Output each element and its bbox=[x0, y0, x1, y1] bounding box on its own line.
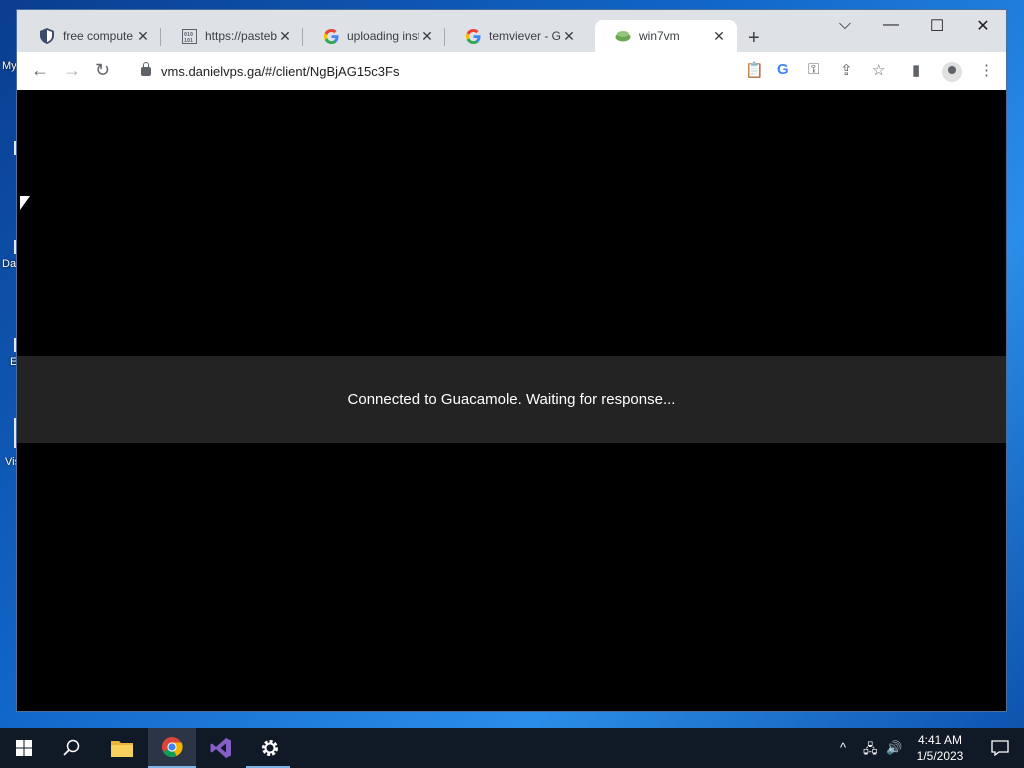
mouse-cursor-icon bbox=[20, 196, 30, 210]
gear-icon bbox=[262, 740, 278, 756]
tab-title: uploading inst bbox=[347, 29, 419, 43]
side-panel-icon[interactable]: ▮ bbox=[912, 61, 920, 79]
browser-toolbar: ← → ↻ vms.danielvps.ga/#/client/NgBjAG15… bbox=[17, 52, 1006, 91]
tab-free-compute[interactable]: free compute ✕ bbox=[19, 20, 161, 52]
clock-time: 4:41 AM bbox=[917, 733, 963, 747]
notification-icon bbox=[991, 740, 1009, 756]
google-translate-icon[interactable]: G bbox=[777, 61, 789, 78]
bookmark-star-icon[interactable]: ☆ bbox=[872, 61, 885, 79]
close-window-button[interactable]: ✕ bbox=[960, 16, 1006, 36]
key-icon[interactable]: ⚿ bbox=[808, 61, 819, 78]
google-icon bbox=[323, 28, 339, 44]
close-icon[interactable]: ✕ bbox=[135, 28, 151, 45]
volume-icon[interactable]: 🔊 bbox=[886, 740, 902, 756]
binary-icon: 010 101 bbox=[181, 28, 197, 44]
new-tab-button[interactable]: + bbox=[748, 27, 760, 50]
tab-title: temviever - Go bbox=[489, 29, 561, 43]
taskbar: ^ 🖧 🔊 4:41 AM 1/5/2023 bbox=[0, 728, 1024, 768]
visual-studio-icon bbox=[210, 738, 231, 758]
tab-title: https://pasteb bbox=[205, 29, 277, 43]
notifications-button[interactable] bbox=[976, 728, 1024, 768]
settings-button[interactable] bbox=[246, 728, 294, 768]
desktop-icon-label[interactable]: Da bbox=[2, 258, 16, 270]
google-icon bbox=[465, 28, 481, 44]
menu-kebab-icon[interactable]: ⋮ bbox=[979, 61, 994, 79]
status-message: Connected to Guacamole. Waiting for resp… bbox=[347, 391, 676, 408]
clock-date: 1/5/2023 bbox=[916, 749, 964, 763]
file-explorer-button[interactable] bbox=[98, 728, 146, 768]
minimize-button[interactable]: — bbox=[868, 16, 914, 34]
start-button[interactable] bbox=[0, 728, 48, 768]
tab-strip: free compute ✕ 010 101 https://pasteb ✕ u… bbox=[17, 10, 1006, 52]
folder-icon bbox=[111, 741, 133, 757]
chevron-up-icon[interactable]: ^ bbox=[840, 740, 846, 755]
desktop-icon-label[interactable]: My bbox=[2, 60, 17, 72]
svg-text:101: 101 bbox=[184, 38, 193, 44]
share-icon[interactable]: ⇪ bbox=[840, 61, 853, 79]
chrome-icon bbox=[162, 737, 183, 758]
close-icon[interactable]: ✕ bbox=[561, 28, 577, 45]
lock-icon[interactable] bbox=[141, 61, 151, 76]
guacamole-icon bbox=[615, 28, 631, 44]
connection-status-banner: Connected to Guacamole. Waiting for resp… bbox=[17, 356, 1006, 443]
visual-studio-button[interactable] bbox=[197, 728, 245, 768]
system-clock[interactable]: 4:41 AM 1/5/2023 bbox=[905, 732, 975, 764]
clipboard-icon[interactable]: 📋 bbox=[745, 61, 764, 79]
chrome-taskbar-button[interactable] bbox=[148, 728, 196, 768]
browser-window: free compute ✕ 010 101 https://pasteb ✕ u… bbox=[17, 10, 1006, 711]
tab-temviever[interactable]: temviever - Go ✕ bbox=[445, 20, 587, 52]
shield-icon bbox=[39, 28, 55, 44]
windows-logo-icon bbox=[16, 740, 32, 756]
back-arrow-icon[interactable]: ← bbox=[31, 60, 49, 81]
tab-search-chevron-icon[interactable]: ⌵ bbox=[822, 16, 868, 34]
close-icon[interactable]: ✕ bbox=[711, 28, 727, 45]
maximize-button[interactable]: ☐ bbox=[914, 16, 960, 36]
search-icon bbox=[63, 739, 80, 756]
profile-avatar[interactable] bbox=[942, 62, 962, 82]
close-icon[interactable]: ✕ bbox=[277, 28, 293, 45]
tab-pastebin[interactable]: 010 101 https://pasteb ✕ bbox=[161, 20, 303, 52]
search-button[interactable] bbox=[48, 728, 96, 768]
forward-arrow-icon[interactable]: → bbox=[63, 60, 81, 81]
tab-win7vm[interactable]: win7vm ✕ bbox=[595, 20, 737, 52]
tab-title: free compute bbox=[63, 29, 134, 43]
page-content[interactable]: Connected to Guacamole. Waiting for resp… bbox=[17, 90, 1006, 711]
url-text[interactable]: vms.danielvps.ga/#/client/NgBjAG15c3Fs bbox=[161, 64, 399, 79]
reload-icon[interactable]: ↻ bbox=[95, 60, 110, 81]
close-icon[interactable]: ✕ bbox=[419, 28, 435, 45]
network-icon[interactable]: 🖧 bbox=[863, 740, 878, 762]
tab-uploading[interactable]: uploading inst ✕ bbox=[303, 20, 445, 52]
tab-title: win7vm bbox=[639, 29, 680, 43]
